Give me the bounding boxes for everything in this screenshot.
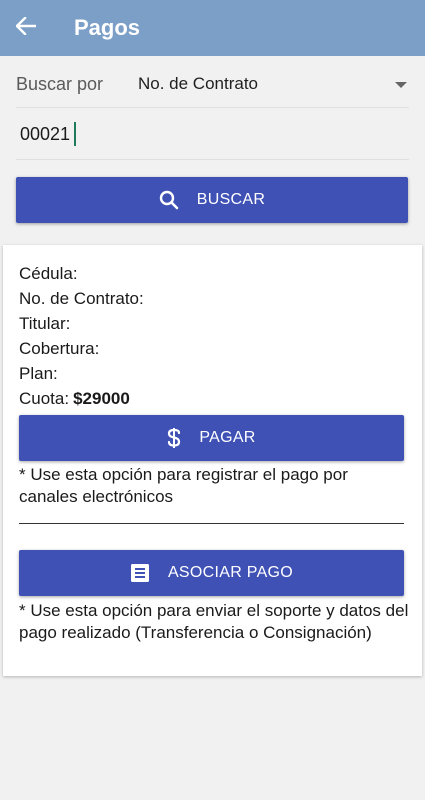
input-underline [16, 159, 409, 160]
search-by-value: No. de Contrato [138, 74, 259, 93]
info-label: Cédula: [19, 264, 78, 283]
info-label: Titular: [19, 314, 71, 333]
back-button[interactable] [0, 0, 52, 56]
result-card: Cédula: No. de Contrato: Titular: Cobert… [3, 245, 422, 676]
search-button-label: BUSCAR [196, 191, 266, 208]
info-row-contrato: No. de Contrato: [19, 286, 148, 311]
app-bar: Pagos [0, 0, 425, 56]
contract-info: Cédula: No. de Contrato: Titular: Cobert… [19, 261, 148, 411]
pay-button[interactable]: PAGAR [19, 415, 404, 461]
contract-input-field[interactable] [16, 112, 409, 156]
text-cursor [74, 122, 76, 146]
search-by-select[interactable]: No. de Contrato [138, 62, 425, 106]
search-icon [159, 190, 179, 210]
info-row-titular: Titular: [19, 311, 148, 336]
quota-value: $29000 [73, 389, 130, 408]
info-label: Cobertura: [19, 339, 100, 358]
dollar-icon [167, 427, 181, 449]
info-row-cobertura: Cobertura: [19, 336, 148, 361]
page-title: Pagos [74, 15, 141, 40]
associate-payment-button[interactable]: ASOCIAR PAGO [19, 550, 404, 596]
search-button[interactable]: BUSCAR [16, 177, 408, 223]
arrow-left-icon [15, 15, 37, 40]
receipt-icon [130, 563, 150, 583]
pay-note: * Use esta opción para registrar el pago… [19, 465, 348, 506]
info-row-cedula: Cédula: [19, 261, 148, 286]
divider [16, 107, 409, 108]
search-by-row: Buscar por No. de Contrato [0, 62, 425, 106]
section-divider [19, 523, 404, 524]
pay-button-label: PAGAR [199, 429, 256, 446]
info-label: Plan: [19, 364, 58, 383]
associate-note: * Use esta opción para enviar el soporte… [19, 601, 409, 642]
info-label: Cuota: [19, 389, 70, 408]
search-by-label: Buscar por [16, 73, 104, 94]
info-label: No. de Contrato: [19, 289, 144, 308]
associate-payment-label: ASOCIAR PAGO [167, 564, 294, 581]
info-row-cuota: Cuota: $29000 [19, 386, 148, 411]
caret-down-icon [395, 75, 407, 93]
info-row-plan: Plan: [19, 361, 148, 386]
